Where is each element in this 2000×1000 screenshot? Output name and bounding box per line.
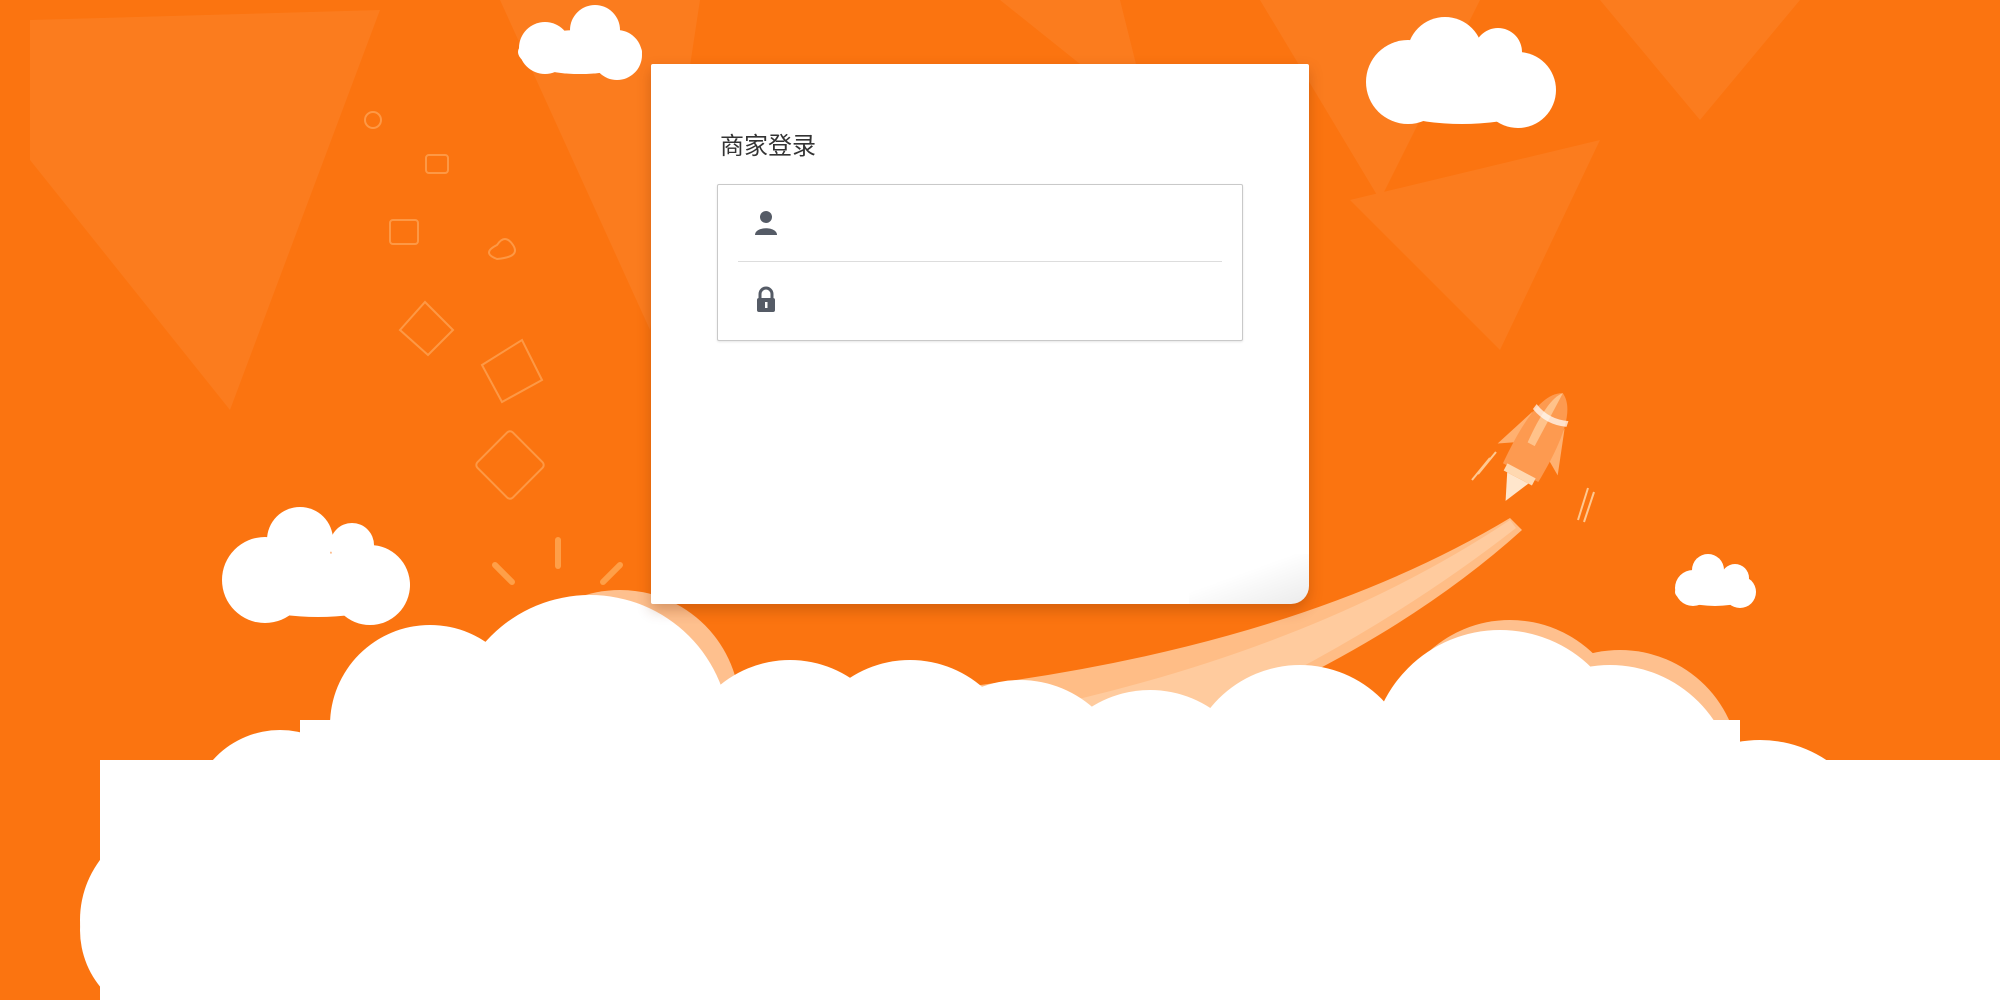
cloud-right-small <box>1675 554 1756 608</box>
cloud-left <box>222 507 410 625</box>
page-curl <box>1189 554 1309 604</box>
lock-icon <box>757 286 775 312</box>
username-field <box>738 185 1222 262</box>
printer-doodle-icon <box>389 219 419 245</box>
username-input[interactable] <box>788 203 1212 245</box>
login-form <box>717 184 1243 341</box>
big-cloud <box>80 590 2000 1000</box>
rocket-illustration <box>1497 393 1569 501</box>
heart-doodle-icon <box>488 238 516 261</box>
password-input[interactable] <box>788 280 1212 322</box>
password-field <box>738 262 1222 338</box>
sun-rays <box>492 537 623 585</box>
user-icon <box>755 211 777 235</box>
envelope-doodle-icon <box>398 300 455 357</box>
map-pin-doodle-icon <box>480 338 544 404</box>
login-card: 商家登录 <box>651 64 1309 604</box>
calculator-doodle-icon <box>475 430 545 500</box>
login-title: 商家登录 <box>720 132 816 160</box>
doodle-icons <box>364 111 545 500</box>
camera-doodle-icon <box>425 154 449 174</box>
gear-doodle-icon <box>364 111 382 129</box>
